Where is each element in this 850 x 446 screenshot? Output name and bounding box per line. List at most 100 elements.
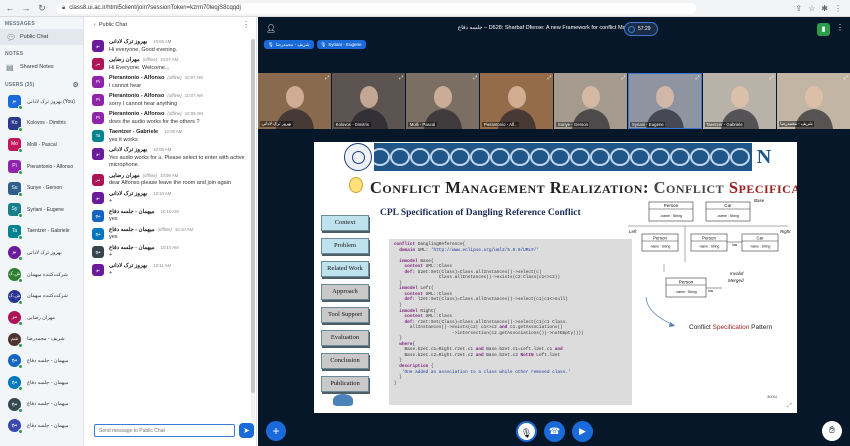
fullscreen-icon[interactable]: ⤢ [547, 75, 551, 81]
browser-toolbar: ← → ↻ 🔒︎ class8.ui.ac.ir/html5client/joi… [0, 0, 850, 17]
leave-audio-button[interactable]: ☎︎ [544, 421, 565, 442]
user-name: شرکت‌کننده میهمان [27, 271, 68, 278]
chat-message-input[interactable] [94, 424, 235, 437]
lock-icon: 🔒︎ [62, 4, 66, 11]
avatar: مر [92, 173, 104, 186]
back-icon[interactable]: ← [4, 2, 16, 14]
webcam-video[interactable]: Kolovos - Dimitris ⤢ [332, 73, 406, 129]
hide-chat-button[interactable]: ‹ [94, 22, 96, 28]
webcam-video[interactable]: Molli - Pascal ⤢ [406, 73, 480, 129]
user-name: بهروز ترک لادانی [27, 249, 62, 256]
public-chat-item[interactable]: 💬︎ Public Chat [0, 29, 83, 45]
fullscreen-icon[interactable]: ⤢ [325, 75, 329, 81]
user-list-item[interactable]: Ta Taentzer - Gabriele [0, 221, 83, 243]
user-list-item[interactable]: مج میهمان - جلسه دفاع [0, 393, 83, 415]
fullscreen-icon[interactable]: ⤢ [770, 75, 774, 81]
online-status-icon [18, 234, 23, 240]
fullscreen-icon[interactable]: ⤢ [621, 75, 625, 81]
shared-notes-item[interactable]: ▤ Shared Notes [0, 59, 83, 75]
n-logo: N [756, 146, 772, 168]
message-text: dear Alfonso please leave the room and j… [109, 180, 232, 186]
recording-indicator[interactable]: 57:29 [624, 22, 658, 36]
menu-icon[interactable]: ⋮ [834, 4, 842, 13]
reload-icon[interactable]: ↻ [36, 2, 48, 14]
user-list-item[interactable]: ش.ک شرکت‌کننده میهمان [0, 285, 83, 307]
participant-silhouette [720, 86, 759, 129]
webcam-video[interactable]: شریف - محمدرضا ⤢ [776, 73, 850, 129]
participant-silhouette [498, 86, 537, 129]
fullscreen-icon[interactable]: ⤢ [696, 75, 700, 81]
lightbulb-icon [349, 177, 363, 193]
user-list-item[interactable]: شم شریف - محمدرضا [0, 329, 83, 351]
message-text: sorry I cannot hear anything [109, 100, 178, 107]
actions-button[interactable]: + [266, 421, 286, 441]
connection-status-icon[interactable]: ▮ [817, 23, 830, 36]
mute-button[interactable]: 🎙︎ [516, 421, 537, 442]
avatar-initials: Pi [95, 115, 100, 120]
user-list-item[interactable]: Pi Pierantonio - Alfonso [0, 156, 83, 178]
wave-ornament [450, 148, 470, 166]
message-body: بهروز ترک لادانی 10:08 AM Yes audio works … [109, 147, 247, 170]
webcam-video[interactable]: بهروز ترک لادانی ⤢ [258, 73, 332, 129]
star-icon[interactable]: ☆ [808, 4, 815, 13]
webcam-video[interactable]: Sunye - Gerson ⤢ [554, 73, 628, 129]
slide-title: Conflict Management Realization: Conflic… [370, 178, 797, 198]
share-webcam-button[interactable]: ▶︎ [572, 421, 593, 442]
forward-icon[interactable]: → [20, 2, 32, 14]
cpl-code-block: conflict DanglingReference{ domain UML: … [389, 239, 632, 405]
avatar-initials: بو [12, 98, 17, 105]
message-header: Pierantonio - Alfonso (offline) 10:07 AM [109, 93, 247, 99]
gear-icon[interactable]: ⚙ [73, 81, 79, 89]
talking-indicator[interactable]: 🎙︎ Syriani - Eugene [316, 40, 366, 49]
user-list-item[interactable]: مج میهمان - جلسه دفاع [0, 372, 83, 394]
avatar: Ta [92, 130, 104, 142]
user-list-item[interactable]: بو بهروز ترک لادانی [0, 242, 83, 264]
chat-scrollbar[interactable] [251, 39, 255, 433]
avatar-initials: مج [95, 212, 101, 218]
messages-section-title: MESSAGES [5, 21, 35, 27]
address-bar[interactable]: 🔒︎ class8.ui.ac.ir/html5client/join?sess… [56, 2, 696, 14]
sender-name: مهران رضایی [109, 172, 140, 179]
user-list-item[interactable]: ش.ک شرکت‌کننده میهمان [0, 264, 83, 286]
chat-title: Public Chat [98, 21, 127, 28]
fullscreen-icon[interactable]: ⤢ [473, 75, 477, 81]
webcam-video[interactable]: Taentzer - Gabriele ⤢ [702, 73, 776, 129]
extensions-icon[interactable]: ✱ [821, 4, 828, 13]
message-time: 10:11 AM [153, 262, 172, 268]
chat-message: Pi Pierantonio - Alfonso (offline) 10:08 AM… [84, 111, 251, 126]
talking-name: شریف - محمدرضا [275, 42, 310, 47]
chat-message: Pi Pierantonio - Alfonso (offline) 10:07 AM… [84, 75, 251, 90]
user-list-item[interactable]: بو بهروز ترک لادانی (You) [0, 91, 83, 113]
options-menu-icon[interactable]: ⋮ [836, 23, 844, 32]
user-list-item[interactable]: مر مهران رضایی [0, 307, 83, 329]
webcam-user-name: Kolovos - Dimitris [334, 122, 371, 127]
user-list-item[interactable]: مج میهمان - جلسه دفاع [0, 415, 83, 437]
user-list-item[interactable]: Ko Kolovos - Dimitris [0, 113, 83, 135]
webcam-video[interactable]: Syriani - Eugene ⤢ [628, 73, 702, 129]
webcam-video[interactable]: Pierantonio - Alf... ⤢ [480, 73, 554, 129]
user-list-item[interactable]: Mo Molli - Pascal [0, 134, 83, 156]
shared-notes-label: Shared Notes [20, 64, 54, 70]
wave-ornament [490, 148, 510, 166]
fullscreen-icon[interactable]: ⤢ [399, 75, 403, 81]
talking-indicators: 🎙︎ شریف - محمدرضا 🎙︎ Syriani - Eugene [264, 40, 366, 49]
avatar-initials: Pi [95, 79, 100, 84]
user-list-item[interactable]: Su Sunye - Gerson [0, 177, 83, 199]
raise-hand-button[interactable]: ✋︎ [822, 421, 842, 441]
right-person-attr: -name : String [699, 245, 720, 249]
fullscreen-icon[interactable]: ⤢ [844, 75, 848, 81]
online-status-icon [18, 364, 23, 370]
chat-options-icon[interactable]: ⋮ [242, 20, 250, 29]
avatar: مج [8, 397, 23, 413]
online-status-icon [18, 429, 23, 435]
user-list: بو بهروز ترک لادانی (You) Ko Kolovos - Dimi… [0, 91, 83, 437]
message-header: میهمان - جلسه دفاع (offline) 10:10 AM [109, 227, 247, 233]
scrollbar-thumb[interactable] [251, 39, 255, 393]
fullscreen-icon[interactable]: ⤢ [787, 403, 795, 411]
message-header: بهروز ترک لادانی 10:06 AM [109, 39, 247, 45]
share-icon[interactable]: ⇪ [795, 4, 802, 13]
user-list-item[interactable]: Sy Syriani - Eugene [0, 199, 83, 221]
talking-indicator[interactable]: 🎙︎ شریف - محمدرضا [264, 40, 314, 49]
send-message-button[interactable]: ➤ [239, 423, 254, 438]
user-list-item[interactable]: مج میهمان - جلسه دفاع [0, 350, 83, 372]
